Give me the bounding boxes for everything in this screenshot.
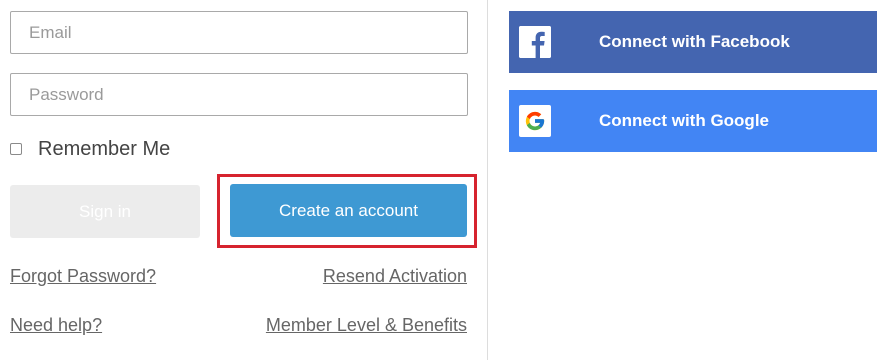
remember-me-label: Remember Me [38,137,171,160]
remember-me-checkbox[interactable] [10,143,22,155]
connect-facebook-button[interactable]: Connect with Facebook [509,11,877,73]
google-icon [519,105,551,137]
create-account-button[interactable]: Create an account [230,184,467,237]
facebook-icon [519,26,551,58]
forgot-password-link[interactable]: Forgot Password? [10,266,156,287]
divider [487,0,488,360]
connect-google-button[interactable]: Connect with Google [509,90,877,152]
facebook-label: Connect with Facebook [599,32,790,51]
sign-in-button[interactable]: Sign in [10,185,200,238]
remember-me: Remember Me [10,137,170,161]
member-level-link[interactable]: Member Level & Benefits [266,315,467,336]
google-label: Connect with Google [599,111,769,130]
need-help-link[interactable]: Need help? [10,315,102,336]
email-field[interactable] [10,11,468,54]
resend-activation-link[interactable]: Resend Activation [323,266,467,287]
password-field[interactable] [10,73,468,116]
